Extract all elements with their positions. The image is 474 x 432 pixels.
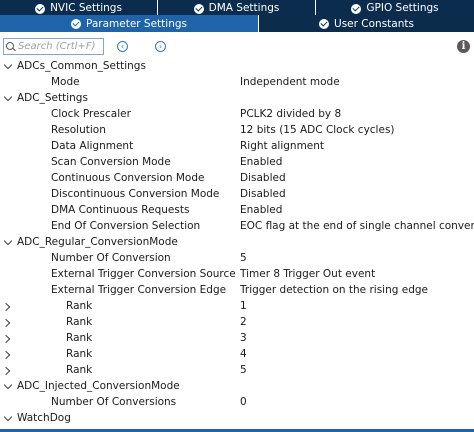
rank-row-5[interactable]: Rank 5 <box>0 363 474 379</box>
search-input[interactable] <box>18 41 116 52</box>
param-label: External Trigger Conversion Source <box>51 268 236 280</box>
param-row-external-trigger-source[interactable]: External Trigger Conversion Source Timer… <box>0 267 474 283</box>
rank-label: Rank <box>66 332 93 344</box>
rank-row-1[interactable]: Rank 1 <box>0 299 474 315</box>
param-row-discontinuous-conversion-mode[interactable]: Discontinuous Conversion Mode Disabled <box>0 187 474 203</box>
param-label: Clock Prescaler <box>51 108 131 120</box>
rank-value[interactable]: 1 <box>240 300 247 312</box>
rank-row-2[interactable]: Rank 2 <box>0 315 474 331</box>
rank-value[interactable]: 4 <box>240 348 247 360</box>
param-value[interactable]: Enabled <box>240 156 282 168</box>
chevron-down-icon[interactable] <box>3 412 13 422</box>
rank-label: Rank <box>66 348 93 360</box>
param-row-mode[interactable]: Mode Independent mode <box>0 75 474 91</box>
top-tab-bar: NVIC Settings DMA Settings GPIO Settings <box>0 0 474 15</box>
chevron-right-icon[interactable] <box>1 350 11 360</box>
tab-label: DMA Settings <box>208 2 280 14</box>
tab-label: NVIC Settings <box>50 2 122 14</box>
search-box <box>3 38 116 55</box>
chevron-right-icon[interactable] <box>1 302 11 312</box>
info-icon[interactable]: i <box>457 40 470 53</box>
param-row-external-trigger-edge[interactable]: External Trigger Conversion Edge Trigger… <box>0 283 474 299</box>
param-value[interactable]: Independent mode <box>240 76 340 88</box>
rank-row-4[interactable]: Rank 4 <box>0 347 474 363</box>
param-label: DMA Continuous Requests <box>51 204 190 216</box>
group-watchdog[interactable]: WatchDog <box>0 411 474 427</box>
param-value[interactable]: 12 bits (15 ADC Clock cycles) <box>240 124 395 136</box>
param-row-number-of-conversion[interactable]: Number Of Conversion 5 <box>0 251 474 267</box>
group-label: ADCs_Common_Settings <box>17 60 146 72</box>
rank-row-3[interactable]: Rank 3 <box>0 331 474 347</box>
param-row-clock-prescaler[interactable]: Clock Prescaler PCLK2 divided by 8 <box>0 107 474 123</box>
chevron-right-icon[interactable] <box>1 366 11 376</box>
tab-dma-settings[interactable]: DMA Settings <box>158 0 316 15</box>
param-label: Continuous Conversion Mode <box>51 172 205 184</box>
tab-label: Parameter Settings <box>85 17 188 30</box>
param-value[interactable]: Enabled <box>240 204 282 216</box>
chevron-down-icon[interactable] <box>3 236 13 246</box>
chevron-right-icon[interactable] <box>1 334 11 344</box>
param-label: Number Of Conversion <box>51 252 171 264</box>
param-value[interactable]: 5 <box>240 252 247 264</box>
rank-value[interactable]: 3 <box>240 332 247 344</box>
toolbar: ‹ › i <box>0 38 474 56</box>
group-label: ADC_Injected_ConversionMode <box>17 380 180 392</box>
chevron-right-circle-icon[interactable]: › <box>155 41 166 52</box>
magnifier-icon[interactable] <box>6 41 16 52</box>
param-value[interactable]: 0 <box>240 396 247 408</box>
group-adcs-common-settings[interactable]: ADCs_Common_Settings <box>0 59 474 75</box>
tab-label: GPIO Settings <box>366 2 439 14</box>
parameter-tree: ADCs_Common_Settings Mode Independent mo… <box>0 59 474 427</box>
group-adc-settings[interactable]: ADC_Settings <box>0 91 474 107</box>
rank-label: Rank <box>66 300 93 312</box>
param-label: Resolution <box>51 124 106 136</box>
chevron-left-circle-icon[interactable]: ‹ <box>117 41 128 52</box>
param-value[interactable]: Disabled <box>240 188 286 200</box>
chevron-down-icon[interactable] <box>3 380 13 390</box>
group-adc-regular-conversion-mode[interactable]: ADC_Regular_ConversionMode <box>0 235 474 251</box>
chevron-down-icon[interactable] <box>3 60 13 70</box>
param-label: External Trigger Conversion Edge <box>51 284 227 296</box>
param-value[interactable]: Timer 8 Trigger Out event <box>240 268 375 280</box>
param-row-number-of-conversions[interactable]: Number Of Conversions 0 <box>0 395 474 411</box>
param-row-resolution[interactable]: Resolution 12 bits (15 ADC Clock cycles) <box>0 123 474 139</box>
tab-gpio-settings[interactable]: GPIO Settings <box>316 0 474 15</box>
tab-label: User Constants <box>334 17 414 30</box>
second-tab-bar: Parameter Settings User Constants <box>0 15 474 32</box>
chevron-right-icon[interactable] <box>1 318 11 328</box>
check-circle-icon <box>70 18 81 29</box>
param-label: End Of Conversion Selection <box>51 220 201 232</box>
param-label: Scan Conversion Mode <box>51 156 171 168</box>
param-value[interactable]: Disabled <box>240 172 286 184</box>
tab-parameter-settings[interactable]: Parameter Settings <box>0 15 259 32</box>
param-row-end-of-conversion-selection[interactable]: End Of Conversion Selection EOC flag at … <box>0 219 474 235</box>
tab-user-constants[interactable]: User Constants <box>259 15 474 32</box>
param-label: Mode <box>51 76 80 88</box>
rank-label: Rank <box>66 364 93 376</box>
group-label: ADC_Regular_ConversionMode <box>17 236 178 248</box>
rank-value[interactable]: 2 <box>240 316 247 328</box>
param-value[interactable]: Trigger detection on the rising edge <box>240 284 428 296</box>
check-circle-icon <box>319 18 330 29</box>
group-label: ADC_Settings <box>17 92 88 104</box>
param-label: Discontinuous Conversion Mode <box>51 188 220 200</box>
param-label: Number Of Conversions <box>51 396 177 408</box>
param-label: Data Alignment <box>51 140 134 152</box>
rank-label: Rank <box>66 316 93 328</box>
rank-value[interactable]: 5 <box>240 364 247 376</box>
param-row-scan-conversion-mode[interactable]: Scan Conversion Mode Enabled <box>0 155 474 171</box>
chevron-down-icon[interactable] <box>3 92 13 102</box>
check-circle-icon <box>193 4 204 14</box>
param-value[interactable]: PCLK2 divided by 8 <box>240 108 341 120</box>
check-circle-icon <box>351 4 362 14</box>
group-label: WatchDog <box>17 412 71 424</box>
check-circle-icon <box>35 4 46 14</box>
param-value[interactable]: EOC flag at the end of single channel co… <box>240 220 474 232</box>
param-value[interactable]: Right alignment <box>240 140 324 152</box>
group-adc-injected-conversion-mode[interactable]: ADC_Injected_ConversionMode <box>0 379 474 395</box>
param-row-continuous-conversion-mode[interactable]: Continuous Conversion Mode Disabled <box>0 171 474 187</box>
param-row-data-alignment[interactable]: Data Alignment Right alignment <box>0 139 474 155</box>
tab-nvic-settings[interactable]: NVIC Settings <box>0 0 158 15</box>
param-row-dma-continuous-requests[interactable]: DMA Continuous Requests Enabled <box>0 203 474 219</box>
